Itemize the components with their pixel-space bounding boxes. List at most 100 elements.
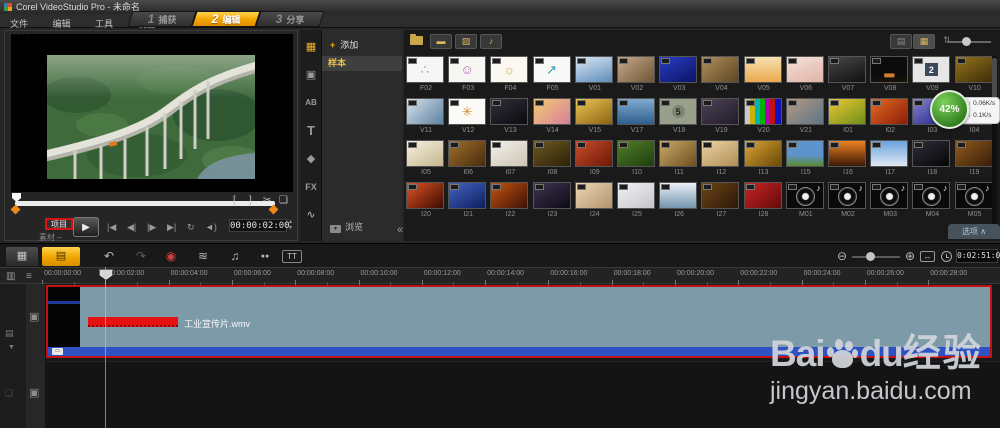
gallery-item-I21[interactable]: I21 — [448, 182, 488, 220]
thumbnail[interactable] — [490, 140, 529, 167]
play-button[interactable]: ▶ — [73, 217, 99, 237]
thumbnail[interactable]: ✳ — [448, 98, 487, 125]
title-icon[interactable]: T — [300, 120, 322, 142]
collapse-panel-button[interactable]: « — [397, 224, 403, 236]
timeline-ruler[interactable]: ▥ ≡ 00:00:00:00 00:00:02:00 00:00:04:00 00:… — [0, 267, 1000, 285]
batch-convert-icon[interactable]: ●● — [254, 247, 276, 266]
gallery-item-I08[interactable]: I08 — [532, 140, 573, 178]
home-button[interactable]: |◀ — [107, 217, 116, 237]
thumbnail[interactable] — [532, 98, 571, 125]
cut-clip-button[interactable]: ✂ — [263, 195, 271, 207]
timeline-zoom-slider-handle[interactable] — [866, 252, 875, 261]
gallery-item-V14[interactable]: V14 — [532, 98, 573, 136]
gallery-item-V13[interactable]: V13 — [490, 98, 530, 136]
gallery-item-I22[interactable]: I22 — [490, 182, 530, 220]
enlarge-preview-button[interactable]: ❏ — [279, 195, 288, 207]
list-view-button[interactable]: ▤ — [890, 34, 912, 49]
thumbnail[interactable] — [574, 140, 613, 167]
thumbnail[interactable] — [743, 56, 782, 83]
gallery-item-F02[interactable]: ∴ F02 — [406, 56, 446, 94]
track-view-icon[interactable]: ▥ — [6, 270, 15, 283]
thumbnail[interactable]: 2 — [912, 56, 951, 83]
thumbnail[interactable]: ☼ — [490, 56, 529, 83]
tab-share[interactable]: 3 分享 — [255, 11, 325, 27]
gallery-item-V15[interactable]: V15 — [574, 98, 615, 136]
gallery-item-V03[interactable]: V03 — [659, 56, 699, 94]
gallery-scrollbar[interactable] — [992, 56, 997, 226]
gallery-item-I16[interactable]: I16 — [828, 140, 868, 178]
gallery-item-M04[interactable]: ♪ M04 — [912, 182, 952, 220]
thumbnail[interactable] — [912, 140, 951, 167]
gallery-item-M05[interactable]: ♪ M05 — [954, 182, 995, 220]
storyboard-view-button[interactable]: ▦ — [6, 247, 38, 266]
trim-handle-start[interactable] — [10, 204, 21, 215]
gallery-item-V12[interactable]: ✳ V12 — [448, 98, 488, 136]
gallery-item-I15[interactable]: I15 — [785, 140, 826, 178]
timecode-spinner[interactable]: ▴ ▾ — [289, 219, 292, 231]
timeline-view-button[interactable]: ▤ — [42, 247, 80, 266]
mark-out-button[interactable]: ] — [249, 195, 252, 207]
gallery-item-V05[interactable]: V05 — [743, 56, 784, 94]
auto-music-icon[interactable]: ♫ — [224, 247, 246, 266]
thumbnail[interactable]: ▂ — [870, 56, 909, 83]
gallery-item-V10[interactable]: V10 — [954, 56, 995, 94]
transition-icon[interactable]: AB — [300, 92, 322, 114]
gallery-item-V08[interactable]: ▂ V08 — [870, 56, 910, 94]
thumbnail[interactable] — [617, 98, 655, 125]
browse-button[interactable]: ▾ 浏览 — [330, 220, 363, 233]
gallery-item-I18[interactable]: I18 — [912, 140, 952, 178]
thumbnail[interactable] — [870, 98, 909, 125]
thumbnail[interactable]: ↗ — [532, 56, 571, 83]
thumbnail[interactable] — [617, 56, 655, 83]
thumbnail[interactable] — [448, 182, 487, 209]
step-forward-button[interactable]: |▶ — [147, 217, 156, 237]
thumbnail[interactable] — [574, 98, 613, 125]
thumbnail[interactable] — [701, 140, 740, 167]
thumbnail[interactable] — [870, 140, 909, 167]
thumbnail[interactable]: ♪ — [870, 182, 909, 209]
gallery-item-I13[interactable]: I13 — [743, 140, 784, 178]
thumb-size-slider-handle[interactable] — [962, 37, 971, 46]
gallery-item-V18[interactable]: 5 V18 — [659, 98, 699, 136]
gallery-item-V17[interactable]: V17 — [617, 98, 657, 136]
spin-down-icon[interactable]: ▾ — [289, 225, 292, 231]
thumbnail[interactable] — [659, 56, 698, 83]
gallery-item-I26[interactable]: I26 — [659, 182, 699, 220]
thumbnail[interactable] — [490, 98, 529, 125]
gallery-item-V04[interactable]: V04 — [701, 56, 741, 94]
gallery-item-V21[interactable]: V21 — [785, 98, 826, 136]
instant-project-icon[interactable]: ▣ — [300, 64, 322, 86]
scrubber-bar[interactable] — [15, 201, 275, 206]
thumbnail[interactable] — [574, 182, 613, 209]
ripple-edit-icon[interactable]: ❏ — [5, 388, 13, 399]
gallery-item-V06[interactable]: V06 — [785, 56, 826, 94]
thumbnail[interactable] — [406, 98, 444, 125]
thumbnail[interactable]: ☺ — [448, 56, 487, 83]
gallery-item-M02[interactable]: ♪ M02 — [828, 182, 868, 220]
gallery-item-V02[interactable]: V02 — [617, 56, 657, 94]
thumbnail[interactable] — [743, 140, 782, 167]
gallery-item-I28[interactable]: I28 — [743, 182, 784, 220]
grid-view-button[interactable]: ▦ — [913, 34, 935, 49]
thumbnail[interactable] — [785, 98, 824, 125]
thumbnail[interactable]: ♪ — [912, 182, 951, 209]
thumbnail[interactable] — [743, 182, 782, 209]
sample-folder-item[interactable]: 样本 — [322, 56, 402, 71]
thumbnail[interactable] — [785, 56, 824, 83]
chevron-down-icon[interactable]: ▼ — [8, 344, 15, 351]
thumbnail[interactable] — [701, 98, 740, 125]
preview-timecode[interactable]: 00:00:02:00 — [229, 219, 290, 232]
repeat-button[interactable]: ↻ — [187, 217, 195, 237]
gallery-item-I09[interactable]: I09 — [574, 140, 615, 178]
thumbnail[interactable] — [406, 140, 444, 167]
thumbnail[interactable] — [828, 98, 866, 125]
thumbnail[interactable] — [532, 182, 571, 209]
project-mode-button[interactable]: 项目 — [45, 218, 73, 230]
subtitle-editor-icon[interactable]: TT — [282, 250, 302, 263]
thumbnail[interactable] — [743, 98, 782, 125]
network-monitor-ball[interactable]: 42% — [930, 90, 969, 129]
gallery-item-I25[interactable]: I25 — [617, 182, 657, 220]
thumbnail[interactable] — [448, 140, 487, 167]
gallery-item-V09[interactable]: 2 V09 — [912, 56, 952, 94]
mark-in-button[interactable]: [ — [233, 195, 236, 207]
